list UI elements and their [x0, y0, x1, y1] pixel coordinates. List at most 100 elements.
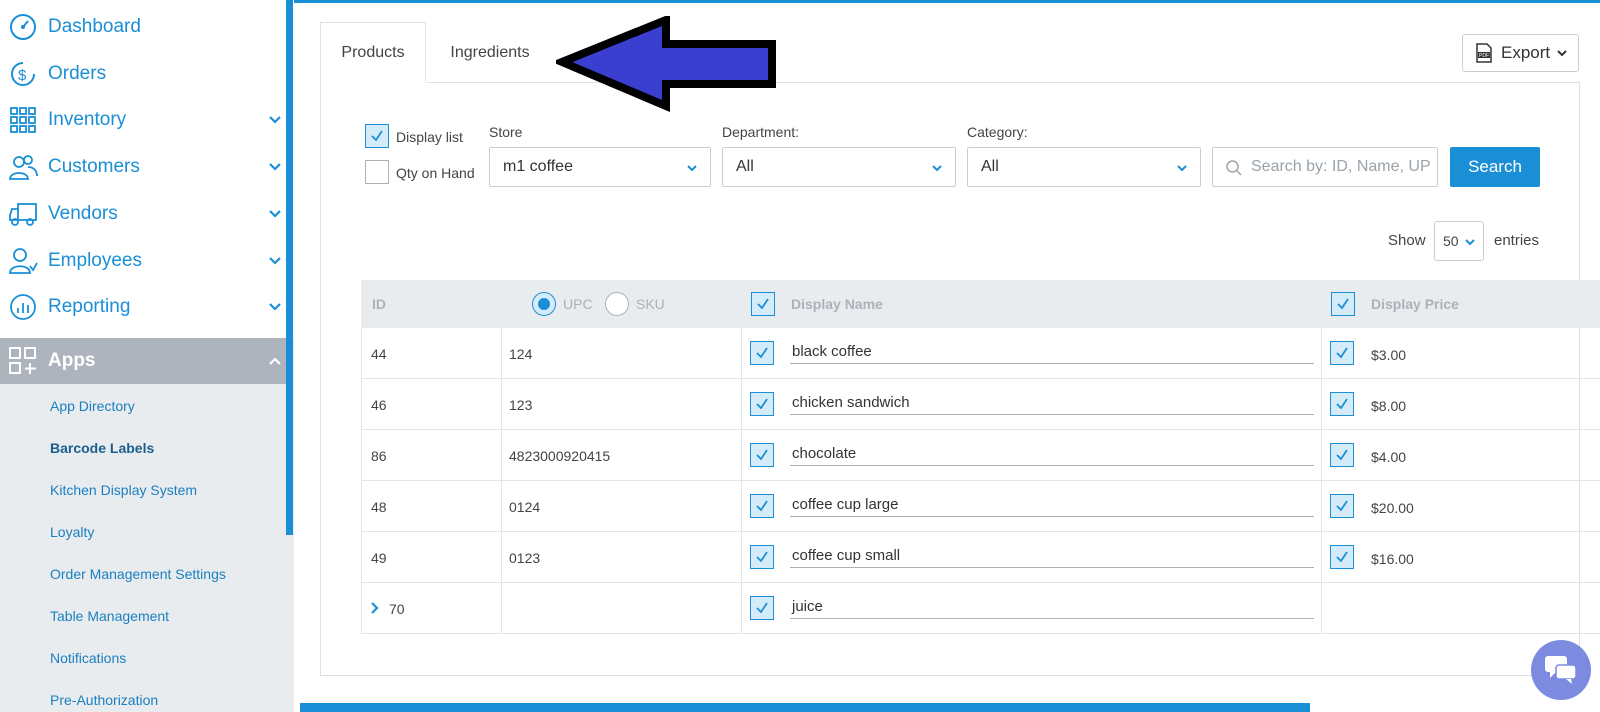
inventory-grid-icon	[7, 104, 39, 136]
dashboard-gauge-icon	[7, 11, 39, 43]
table-row: 44 124 black coffee $3.00	[361, 328, 1600, 379]
export-button[interactable]: PDF Export	[1462, 34, 1579, 72]
cell-upc: 0124	[509, 499, 541, 515]
sidebar-subitem-kitchen-display-system[interactable]: Kitchen Display System	[50, 482, 197, 498]
upc-radio[interactable]	[532, 292, 556, 316]
table-row: 70 juice	[361, 583, 1600, 634]
row-price-checkbox[interactable]	[1330, 341, 1354, 365]
category-label: Category:	[967, 124, 1028, 140]
sidebar-item-inventory[interactable]: Inventory	[0, 97, 286, 143]
cell-id: 49	[371, 550, 387, 566]
horizontal-scrollbar[interactable]	[300, 703, 1310, 712]
checkmark-icon	[756, 602, 768, 614]
reporting-chart-icon	[7, 291, 39, 323]
cell-upc: 124	[509, 346, 533, 362]
row-name-checkbox[interactable]	[750, 494, 774, 518]
cell-upc: 0123	[509, 550, 541, 566]
sidebar-item-label: Orders	[48, 63, 107, 84]
row-price-checkbox[interactable]	[1330, 545, 1354, 569]
apps-grid-icon	[7, 345, 39, 377]
checkmark-icon	[756, 449, 768, 461]
sidebar-item-customers[interactable]: Customers	[0, 144, 286, 190]
sidebar-item-label: Reporting	[48, 296, 131, 317]
customers-people-icon	[7, 151, 39, 183]
search-box	[1212, 147, 1438, 187]
sidebar-item-label: Employees	[48, 250, 142, 271]
table-row: 86 4823000920415 chocolate $4.00	[361, 430, 1600, 481]
cell-price: $20.00	[1371, 500, 1414, 516]
search-button[interactable]: Search	[1450, 147, 1540, 187]
sidebar-scrollbar[interactable]	[286, 0, 293, 535]
row-price-checkbox[interactable]	[1330, 443, 1354, 467]
display-name-input[interactable]: juice	[790, 595, 1314, 619]
display-list-checkbox[interactable]	[365, 124, 389, 148]
sidebar-subitem-pre-authorization[interactable]: Pre-Authorization	[50, 692, 158, 708]
checkmark-icon	[756, 551, 768, 563]
checkmark-icon	[1336, 347, 1348, 359]
table-row: 48 0124 coffee cup large $20.00	[361, 481, 1600, 532]
chevron-down-icon	[269, 163, 281, 171]
row-name-checkbox[interactable]	[750, 596, 774, 620]
tab-products[interactable]: Products	[320, 22, 426, 83]
row-name-checkbox[interactable]	[750, 443, 774, 467]
category-select[interactable]: All	[967, 147, 1201, 187]
search-icon	[1226, 160, 1242, 176]
search-input[interactable]	[1251, 158, 1431, 176]
chevron-down-icon	[269, 257, 281, 265]
sidebar-item-orders[interactable]: $ Orders	[0, 51, 286, 97]
entries-select[interactable]: 50	[1434, 221, 1484, 261]
checkmark-icon	[756, 500, 768, 512]
sidebar-subitem-loyalty[interactable]: Loyalty	[50, 524, 94, 540]
sidebar-item-apps[interactable]: Apps	[0, 338, 286, 384]
store-select[interactable]: m1 coffee	[489, 147, 711, 187]
display-name-input[interactable]: chocolate	[790, 442, 1314, 466]
sidebar-item-dashboard[interactable]: Dashboard	[0, 4, 286, 50]
department-select[interactable]: All	[722, 147, 956, 187]
svg-text:$: $	[18, 67, 27, 84]
display-name-input[interactable]: coffee cup large	[790, 493, 1314, 517]
row-name-checkbox[interactable]	[750, 545, 774, 569]
row-price-checkbox[interactable]	[1330, 392, 1354, 416]
sidebar-subitem-barcode-labels[interactable]: Barcode Labels	[50, 440, 154, 456]
qty-on-hand-checkbox[interactable]	[365, 160, 389, 184]
qty-on-hand-label: Qty on Hand	[396, 165, 475, 181]
table-row: 49 0123 coffee cup small $16.00	[361, 532, 1600, 583]
checkmark-icon	[1336, 398, 1348, 410]
row-price-checkbox[interactable]	[1330, 494, 1354, 518]
cell-id: 86	[371, 448, 387, 464]
checkmark-icon	[756, 398, 768, 410]
display-name-input[interactable]: chicken sandwich	[790, 391, 1314, 415]
sidebar-subitem-notifications[interactable]: Notifications	[50, 650, 126, 666]
sidebar-item-employees[interactable]: Employees	[0, 238, 286, 284]
display-name-input[interactable]: black coffee	[790, 340, 1314, 364]
column-header-display-price: Display Price	[1371, 296, 1459, 312]
cell-upc: 4823000920415	[509, 448, 611, 464]
chevron-down-icon	[1465, 239, 1475, 246]
display-name-select-all-checkbox[interactable]	[751, 292, 775, 316]
display-name-input[interactable]: coffee cup small	[790, 544, 1314, 568]
sidebar-item-vendors[interactable]: Vendors	[0, 191, 286, 237]
sidebar-subitem-order-management-settings[interactable]: Order Management Settings	[50, 566, 226, 582]
cell-id: 70	[389, 601, 405, 617]
chat-bubble-icon	[1545, 656, 1577, 684]
row-name-checkbox[interactable]	[750, 341, 774, 365]
chat-button[interactable]	[1531, 640, 1591, 700]
checkmark-icon	[1337, 298, 1349, 310]
chevron-down-icon	[1557, 50, 1567, 57]
pdf-file-icon: PDF	[1476, 43, 1492, 63]
cell-id: 44	[371, 346, 387, 362]
chevron-down-icon	[269, 116, 281, 124]
row-name-checkbox[interactable]	[750, 392, 774, 416]
sidebar-item-label: Inventory	[48, 109, 127, 130]
show-label: Show	[1388, 232, 1426, 249]
sidebar-subitem-table-management[interactable]: Table Management	[50, 608, 169, 624]
tab-ingredients[interactable]: Ingredients	[440, 22, 540, 83]
store-value: m1 coffee	[503, 158, 573, 175]
sidebar-subitem-app-directory[interactable]: App Directory	[50, 398, 135, 414]
vendors-truck-icon	[7, 198, 39, 230]
chevron-right-icon[interactable]	[369, 602, 381, 614]
display-price-select-all-checkbox[interactable]	[1331, 292, 1355, 316]
sidebar-item-reporting[interactable]: Reporting	[0, 284, 286, 330]
sku-radio[interactable]	[605, 292, 629, 316]
table-row: 46 123 chicken sandwich $8.00	[361, 379, 1600, 430]
